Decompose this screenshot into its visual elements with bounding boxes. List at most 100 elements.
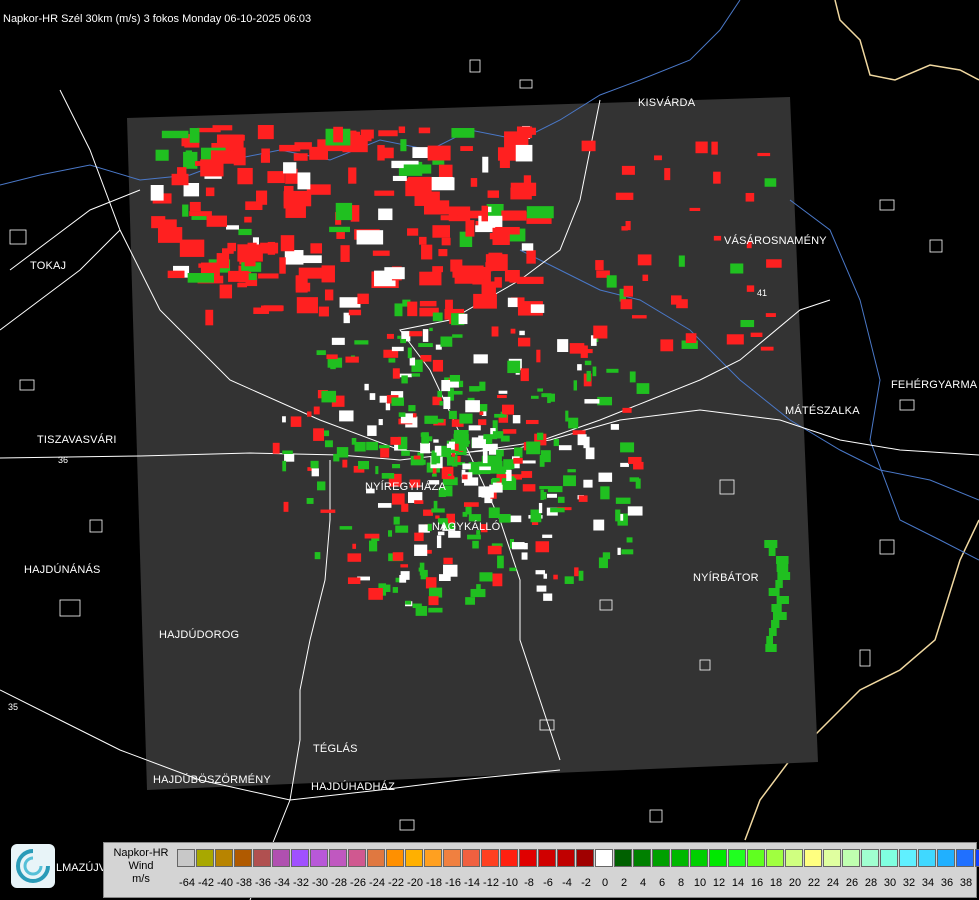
city-label-hajduhadhaz: HAJDÚHADHÁZ [311, 781, 396, 793]
radar-echo [437, 390, 443, 398]
radar-echo [427, 145, 451, 161]
radar-echo [385, 584, 391, 592]
radar-echo [282, 416, 286, 423]
city-label-kisvarda: KISVÁRDA [638, 97, 696, 109]
radar-echo [578, 570, 584, 581]
radar-echo [378, 130, 398, 137]
radar-echo [216, 253, 230, 269]
legend-swatch [766, 849, 784, 867]
legend-swatch [386, 849, 404, 867]
radar-echo [189, 211, 212, 217]
radar-echo [540, 450, 551, 463]
radar-echo [392, 464, 401, 469]
radar-echo [446, 456, 455, 466]
radar-echo [414, 532, 424, 542]
radar-echo [342, 459, 348, 468]
radar-echo [513, 457, 523, 464]
radar-echo [620, 462, 629, 467]
radar-echo [626, 537, 633, 543]
legend-line-1: Napkor-HR [113, 847, 169, 859]
radar-echo [623, 285, 634, 297]
radar-echo [592, 366, 597, 377]
legend-swatch [215, 849, 233, 867]
radar-echo [642, 274, 649, 281]
radar-echo [583, 479, 593, 488]
radar-echo [521, 243, 534, 251]
radar-echo [586, 370, 591, 382]
radar-echo [498, 514, 511, 523]
radar-echo [593, 325, 608, 339]
radar-echo [401, 503, 409, 512]
radar-echo [205, 309, 214, 326]
radar-echo [543, 593, 553, 601]
radar-echo [381, 473, 395, 479]
city-label-fehergyarmat: FEHÉRGYARMA [891, 379, 978, 391]
radar-echo [507, 360, 521, 374]
radar-echo [390, 436, 401, 445]
radar-echo [469, 386, 480, 392]
legend-swatch [880, 849, 898, 867]
radar-echo [730, 263, 744, 274]
radar-echo [335, 202, 353, 221]
radar-echo [497, 555, 504, 569]
radar-echo [326, 354, 338, 360]
city-label-tiszavasvari: TISZAVASVÁRI [37, 434, 117, 446]
radar-echo [438, 164, 453, 179]
road-number-41: 41 [757, 288, 767, 298]
radar-echo [631, 315, 647, 319]
legend-swatch [937, 849, 955, 867]
radar-echo [450, 390, 463, 395]
radar-echo [481, 205, 489, 222]
radar-echo [226, 225, 239, 230]
radar-echo [602, 552, 611, 560]
radar-echo [568, 417, 579, 429]
radar-echo [260, 242, 279, 254]
radar-echo [637, 254, 652, 266]
radar-echo [187, 273, 214, 283]
radar-echo [284, 250, 304, 265]
radar-echo [585, 447, 595, 460]
radar-echo [307, 411, 312, 417]
radar-echo [488, 507, 500, 519]
radar-echo [482, 451, 488, 464]
radar-echo [521, 460, 536, 464]
radar-echo [283, 501, 289, 512]
legend-swatch [576, 849, 594, 867]
radar-echo [465, 400, 480, 413]
radar-echo [511, 542, 525, 550]
legend-swatch [728, 849, 746, 867]
road-number-36: 36 [58, 455, 68, 465]
legend-swatch [614, 849, 632, 867]
legend-swatch [253, 849, 271, 867]
radar-echo [473, 354, 488, 364]
radar-echo [553, 438, 559, 447]
legend-swatch [462, 849, 480, 867]
radar-echo [318, 306, 329, 317]
legend-caption: Napkor-HR Wind m/s [104, 847, 178, 886]
radar-echo [284, 454, 295, 462]
radar-echo [565, 410, 569, 422]
radar-echo [510, 328, 516, 334]
city-label-nyirbator: NYÍRBÁTOR [693, 572, 759, 584]
radar-map[interactable]: 36 35 41 [0, 0, 979, 900]
radar-echo [478, 419, 487, 426]
legend-swatch [177, 849, 195, 867]
radar-echo [446, 447, 452, 458]
radar-echo [695, 141, 708, 154]
radar-echo [501, 210, 527, 221]
radar-echo [764, 178, 777, 187]
radar-echo [401, 375, 408, 384]
radar-echo [347, 577, 361, 584]
radar-echo [501, 404, 514, 415]
radar-echo [438, 249, 448, 257]
radar-echo [771, 620, 780, 628]
radar-echo [354, 340, 369, 345]
radar-echo [636, 383, 650, 394]
radar-echo [515, 144, 533, 162]
radar-echo [536, 432, 544, 440]
radar-echo [522, 484, 536, 492]
radar-echo [479, 572, 493, 582]
radar-echo [629, 371, 636, 383]
city-label-teglas: TÉGLÁS [313, 743, 358, 755]
radar-echo [615, 497, 631, 504]
